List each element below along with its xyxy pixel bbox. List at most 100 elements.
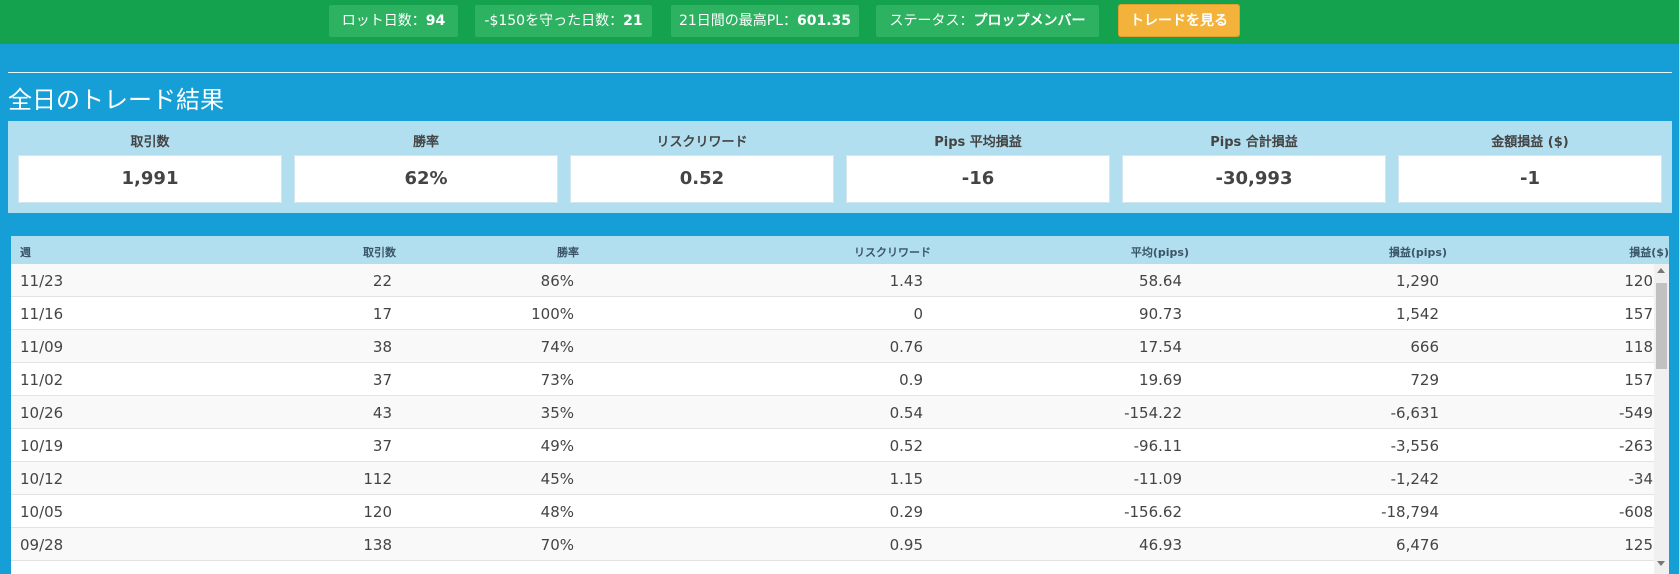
status-label: ステータス： — [889, 13, 974, 29]
cell-winrate: 49% — [540, 437, 574, 455]
top-status-bar: ロット日数：94 -$150を守った日数：21 21日間の最高PL：601.35… — [0, 0, 1679, 44]
divider — [8, 72, 1672, 73]
cell-dollar-pl: 118 — [1624, 338, 1653, 356]
status-value: プロップメンバー — [973, 13, 1086, 29]
stat-value-riskreward: 0.52 — [570, 155, 834, 203]
table-scrollbar[interactable] — [1654, 264, 1669, 574]
cell-riskreward: 1.15 — [889, 470, 923, 488]
cell-pips-pl: -6,631 — [1390, 404, 1439, 422]
cell-riskreward: 0.29 — [889, 503, 923, 521]
cell-dollar-pl: -263 — [1618, 437, 1653, 455]
cell-week: 10/05 — [20, 503, 64, 521]
scrollbar-thumb[interactable] — [1656, 283, 1667, 369]
table-row: 10/26 43 35% 0.54 -154.22 -6,631 -549 — [11, 396, 1654, 429]
scroll-up-arrow-icon[interactable] — [1657, 268, 1665, 273]
col-dollar-pl-header[interactable]: 損益($) — [1531, 244, 1669, 260]
stat-value-dollar-pl: -1 — [1398, 155, 1662, 203]
summary-panel: 取引数 1,991 勝率 62% リスクリワード 0.52 Pips 平均損益 … — [8, 121, 1672, 213]
stat-label-trades: 取引数 — [130, 135, 170, 150]
cell-dollar-pl: 125 — [1624, 536, 1653, 554]
cell-week: 11/23 — [20, 272, 64, 290]
cell-pips-pl: -18,794 — [1381, 503, 1439, 521]
protect-days-badge: -$150を守った日数：21 — [475, 5, 652, 37]
stat-value-trades: 1,991 — [18, 155, 282, 203]
cell-riskreward: 0.76 — [889, 338, 923, 356]
table-row: 09/28 138 70% 0.95 46.93 6,476 125 — [11, 528, 1654, 561]
col-trades-header[interactable]: 取引数 — [261, 244, 396, 260]
cell-winrate: 70% — [540, 536, 574, 554]
cell-trades: 138 — [363, 536, 392, 554]
cell-riskreward: 0.54 — [889, 404, 923, 422]
stat-value-winrate: 62% — [294, 155, 558, 203]
stat-label-total-pips: Pips 合計損益 — [1210, 135, 1298, 150]
cell-week: 10/12 — [20, 470, 64, 488]
table-row: 11/23 22 86% 1.43 58.64 1,290 120 — [11, 264, 1654, 297]
view-trades-button[interactable]: トレードを見る — [1118, 4, 1240, 37]
cell-week: 11/16 — [20, 305, 64, 323]
cell-week: 11/09 — [20, 338, 64, 356]
cell-winrate: 73% — [540, 371, 574, 389]
cell-pips-pl: 1,290 — [1396, 272, 1439, 290]
cell-riskreward: 0 — [913, 305, 923, 323]
table-header: 週 取引数 勝率 リスクリワード 平均(pips) 損益(pips) 損益($) — [11, 236, 1669, 264]
col-avg-pips-header[interactable]: 平均(pips) — [1011, 244, 1189, 260]
cell-dollar-pl: 157 — [1624, 305, 1653, 323]
scroll-down-arrow-icon[interactable] — [1657, 561, 1665, 566]
cell-riskreward: 0.95 — [889, 536, 923, 554]
lot-days-label: ロット日数： — [341, 13, 426, 29]
stat-label-riskreward: リスクリワード — [656, 135, 748, 150]
cell-pips-pl: -3,556 — [1390, 437, 1439, 455]
cell-dollar-pl: 157 — [1624, 371, 1653, 389]
table-row: 10/12 112 45% 1.15 -11.09 -1,242 -34 — [11, 462, 1654, 495]
stat-value-total-pips: -30,993 — [1122, 155, 1386, 203]
cell-pips-pl: 6,476 — [1396, 536, 1439, 554]
table-row: 10/05 120 48% 0.29 -156.62 -18,794 -608 — [11, 495, 1654, 528]
cell-trades: 37 — [372, 371, 392, 389]
cell-pips-pl: -1,242 — [1390, 470, 1439, 488]
cell-trades: 120 — [363, 503, 392, 521]
cell-winrate: 45% — [540, 470, 574, 488]
cell-winrate: 48% — [540, 503, 574, 521]
cell-winrate: 74% — [540, 338, 574, 356]
cell-riskreward: 0.52 — [889, 437, 923, 455]
cell-dollar-pl: -608 — [1618, 503, 1653, 521]
col-week-header[interactable]: 週 — [20, 244, 31, 260]
cell-avg-pips: -11.09 — [1133, 470, 1182, 488]
stat-label-winrate: 勝率 — [412, 135, 439, 150]
cell-avg-pips: 46.93 — [1139, 536, 1182, 554]
table-row: 10/19 37 49% 0.52 -96.11 -3,556 -263 — [11, 429, 1654, 462]
cell-avg-pips: 58.64 — [1139, 272, 1182, 290]
stat-label-dollar-pl: 金額損益 ($) — [1491, 135, 1569, 150]
cell-winrate: 100% — [531, 305, 574, 323]
col-winrate-header[interactable]: 勝率 — [431, 244, 579, 260]
cell-week: 09/28 — [20, 536, 64, 554]
cell-riskreward: 1.43 — [889, 272, 923, 290]
cell-riskreward: 0.9 — [899, 371, 923, 389]
cell-week: 10/19 — [20, 437, 64, 455]
cell-pips-pl: 729 — [1410, 371, 1439, 389]
cell-trades: 37 — [372, 437, 392, 455]
cell-avg-pips: -156.62 — [1124, 503, 1182, 521]
protect-days-label: -$150を守った日数： — [484, 13, 624, 29]
page-title: 全日のトレード結果 — [8, 86, 224, 114]
cell-avg-pips: 90.73 — [1139, 305, 1182, 323]
weekly-results-table[interactable]: 週 取引数 勝率 リスクリワード 平均(pips) 損益(pips) 損益($)… — [11, 236, 1669, 574]
protect-days-value: 21 — [623, 13, 643, 29]
cell-winrate: 35% — [540, 404, 574, 422]
cell-avg-pips: 19.69 — [1139, 371, 1182, 389]
stat-value-avg-pips: -16 — [846, 155, 1110, 203]
lot-days-badge: ロット日数：94 — [329, 5, 458, 37]
cell-week: 11/02 — [20, 371, 64, 389]
lot-days-value: 94 — [425, 13, 446, 29]
cell-trades: 38 — [372, 338, 392, 356]
cell-pips-pl: 1,542 — [1396, 305, 1439, 323]
col-pips-pl-header[interactable]: 損益(pips) — [1261, 244, 1447, 260]
status-badge: ステータス：プロップメンバー — [876, 5, 1099, 37]
cell-pips-pl: 666 — [1410, 338, 1439, 356]
stat-label-avg-pips: Pips 平均損益 — [934, 135, 1022, 150]
cell-trades: 112 — [363, 470, 392, 488]
cell-week: 10/26 — [20, 404, 64, 422]
cell-avg-pips: -96.11 — [1133, 437, 1182, 455]
max-pl-value: 601.35 — [797, 13, 852, 29]
col-riskreward-header[interactable]: リスクリワード — [711, 244, 931, 260]
